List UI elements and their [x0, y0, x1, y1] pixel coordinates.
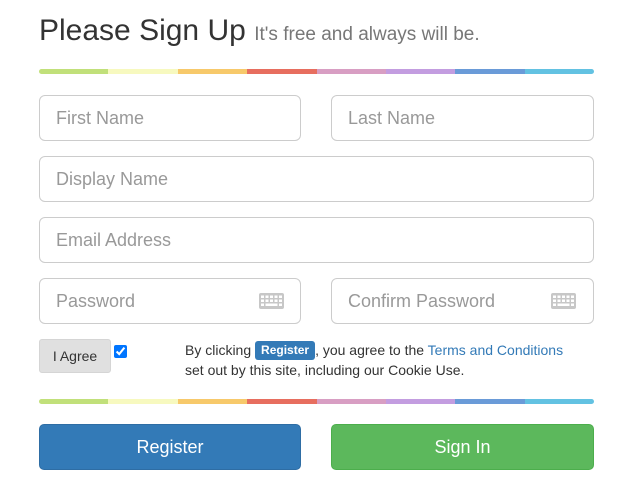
rainbow-segment: [247, 69, 317, 74]
register-badge: Register: [255, 341, 316, 360]
rainbow-divider-top: [39, 69, 594, 74]
page-title: Please Sign Up It's free and always will…: [39, 14, 480, 48]
rainbow-divider-bottom: [39, 399, 594, 404]
page-subtitle: It's free and always will be.: [254, 24, 480, 45]
terms-prefix: By clicking: [185, 342, 252, 358]
rainbow-segment: [524, 69, 594, 74]
terms-link[interactable]: Terms and Conditions: [428, 342, 563, 358]
terms-suffix: set out by this site, including our Cook…: [185, 362, 465, 378]
last-name-input[interactable]: [331, 95, 594, 141]
terms-text: By clicking Register, you agree to the T…: [185, 340, 595, 380]
rainbow-segment: [247, 399, 317, 404]
rainbow-segment: [385, 399, 456, 404]
rainbow-segment: [177, 399, 248, 404]
register-button[interactable]: Register: [39, 424, 301, 470]
rainbow-segment: [316, 399, 386, 404]
rainbow-segment: [39, 399, 109, 404]
rainbow-segment: [39, 69, 109, 74]
rainbow-segment: [524, 399, 594, 404]
agree-checkbox[interactable]: [114, 345, 127, 358]
i-agree-button[interactable]: I Agree: [39, 339, 111, 373]
terms-middle: , you agree to the: [315, 342, 425, 358]
display-name-input[interactable]: [39, 156, 594, 202]
rainbow-segment: [108, 399, 178, 404]
first-name-input[interactable]: [39, 95, 301, 141]
rainbow-segment: [455, 69, 525, 74]
rainbow-segment: [177, 69, 248, 74]
keyboard-icon[interactable]: [551, 293, 576, 309]
rainbow-segment: [455, 399, 525, 404]
email-input[interactable]: [39, 217, 594, 263]
page-title-text: Please Sign Up: [39, 14, 246, 47]
rainbow-segment: [108, 69, 178, 74]
sign-in-button[interactable]: Sign In: [331, 424, 594, 470]
rainbow-segment: [316, 69, 386, 74]
keyboard-icon[interactable]: [259, 293, 284, 309]
rainbow-segment: [385, 69, 456, 74]
